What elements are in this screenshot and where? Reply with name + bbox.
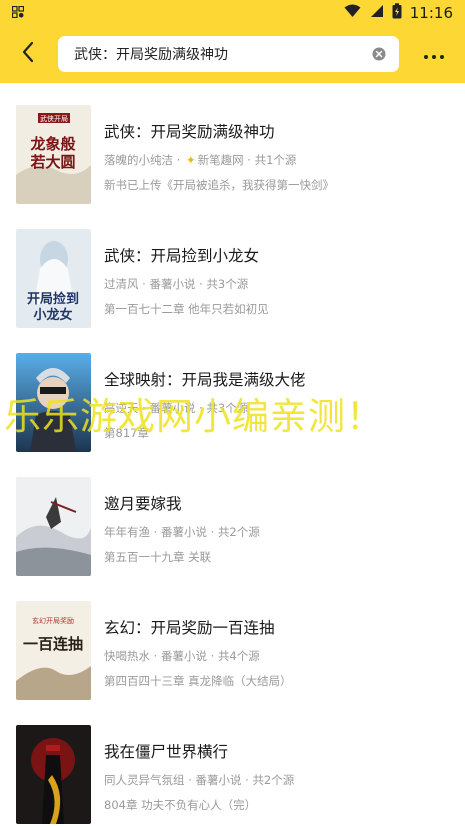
- search-header: 武侠：开局奖励满级神功: [0, 25, 465, 83]
- book-latest-chapter: 第817章: [104, 426, 149, 440]
- book-source-count: 共3个源: [206, 277, 249, 291]
- book-source: 番薯小说: [195, 773, 242, 787]
- book-source: 番薯小说: [160, 525, 207, 539]
- book-author: 年年有渔: [104, 525, 150, 539]
- book-title: 玄幻：开局奖励一百连抽: [104, 619, 275, 637]
- search-query-text[interactable]: 武侠：开局奖励满级神功: [74, 44, 369, 64]
- book-latest-chapter: 804章 功夫不负有心人（完）: [104, 798, 257, 812]
- svg-text:开局捡到: 开局捡到: [27, 291, 79, 307]
- book-item[interactable]: 我在僵尸世界横行 同人灵异气氛组 · 番薯小说 · 共2个源 804章 功夫不负…: [0, 703, 465, 826]
- clock-time: 11:16: [409, 3, 453, 22]
- book-item[interactable]: 龙象般 若大圆 武侠开局 武侠：开局奖励满级神功 落魄的小纯洁 · ✦ 新笔趣网 …: [0, 83, 465, 207]
- book-meta: 年年有渔 · 番薯小说 · 共2个源: [104, 525, 260, 539]
- book-latest-chapter: 新书已上传《开局被追杀，我获得第一快剑》: [104, 178, 334, 192]
- search-input[interactable]: 武侠：开局奖励满级神功: [58, 36, 399, 72]
- more-options-button[interactable]: [412, 25, 456, 83]
- book-author: 过清风: [104, 277, 139, 291]
- book-author: 同人灵异气氛组: [104, 773, 185, 787]
- book-item[interactable]: 开局捡到 小龙女 武侠：开局捡到小龙女 过清风 · 番薯小说 · 共3个源 第一…: [0, 207, 465, 331]
- book-title: 邀月要嫁我: [104, 495, 182, 513]
- status-bar: 11:16: [0, 0, 465, 25]
- book-item[interactable]: 一百连抽 玄幻开局奖励 玄幻：开局奖励一百连抽 快喝热水 · 番薯小说 · 共4…: [0, 579, 465, 703]
- book-source: 番薯小说: [160, 649, 207, 663]
- signal-icon: [369, 3, 384, 22]
- book-meta: 同人灵异气氛组 · 番薯小说 · 共2个源: [104, 773, 295, 787]
- book-source-count: 共2个源: [252, 773, 295, 787]
- book-meta: 高逆天 · 番薯小说 · 共3个源: [104, 401, 249, 415]
- close-circle-icon: [372, 47, 386, 61]
- book-title: 全球映射：开局我是满级大佬: [104, 371, 306, 389]
- svg-text:小龙女: 小龙女: [33, 307, 72, 323]
- book-meta: 过清风 · 番薯小说 · 共3个源: [104, 277, 249, 291]
- battery-charging-icon: [392, 2, 402, 23]
- book-author: 快喝热水: [104, 649, 150, 663]
- book-cover: [16, 725, 91, 824]
- book-cover: 开局捡到 小龙女: [16, 229, 91, 328]
- book-title: 我在僵尸世界横行: [104, 743, 229, 761]
- book-source-count: 共3个源: [206, 401, 249, 415]
- book-cover: 一百连抽 玄幻开局奖励: [16, 601, 91, 700]
- book-author: 高逆天: [104, 401, 139, 415]
- back-button[interactable]: [0, 25, 56, 83]
- chevron-left-icon: [21, 41, 35, 67]
- book-meta: 落魄的小纯洁 · ✦ 新笔趣网 · 共1个源: [104, 153, 297, 167]
- svg-text:龙象般: 龙象般: [29, 135, 75, 153]
- svg-text:若大圆: 若大圆: [29, 153, 75, 171]
- book-cover: 龙象般 若大圆 武侠开局: [16, 105, 91, 204]
- book-item[interactable]: 全球映射：开局我是满级大佬 高逆天 · 番薯小说 · 共3个源 第817章: [0, 331, 465, 455]
- book-cover: [16, 477, 91, 576]
- book-author: 落魄的小纯洁: [104, 153, 173, 167]
- book-latest-chapter: 第五百一十九章 关联: [104, 550, 212, 564]
- book-title: 武侠：开局奖励满级神功: [104, 123, 275, 141]
- book-source-count: 共4个源: [217, 649, 260, 663]
- book-source: 新笔趣网: [197, 153, 244, 167]
- book-cover: [16, 353, 91, 452]
- book-latest-chapter: 第一百七十二章 他年只若如初见: [104, 302, 269, 316]
- clear-search-button[interactable]: [369, 44, 389, 64]
- wifi-icon: [344, 3, 361, 22]
- book-title: 武侠：开局捡到小龙女: [104, 247, 260, 265]
- book-source-count: 共1个源: [254, 153, 297, 167]
- svg-text:一百连抽: 一百连抽: [23, 635, 83, 653]
- book-source: 番薯小说: [149, 401, 196, 415]
- book-meta: 快喝热水 · 番薯小说 · 共4个源: [104, 649, 260, 663]
- book-latest-chapter: 第四百四十三章 真龙降临（大结局）: [104, 674, 292, 688]
- app-notification-icon: [11, 3, 25, 22]
- book-item[interactable]: 邀月要嫁我 年年有渔 · 番薯小说 · 共2个源 第五百一十九章 关联: [0, 455, 465, 579]
- book-source-count: 共2个源: [217, 525, 260, 539]
- svg-text:武侠开局: 武侠开局: [40, 114, 68, 123]
- svg-text:玄幻开局奖励: 玄幻开局奖励: [32, 616, 74, 625]
- book-source: 番薯小说: [149, 277, 196, 291]
- sparkle-icon: ✦: [185, 153, 196, 167]
- more-horizontal-icon: [423, 45, 445, 64]
